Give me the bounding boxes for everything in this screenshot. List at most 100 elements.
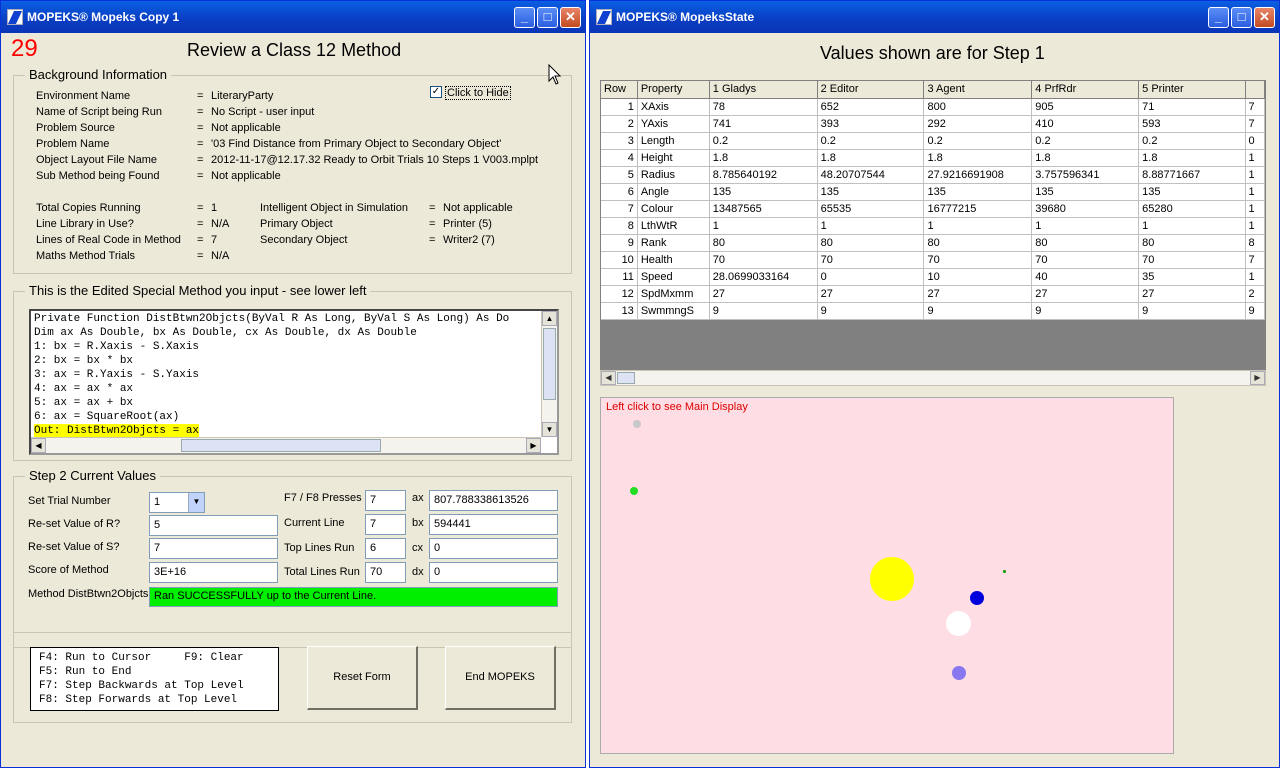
- code-vscroll[interactable]: ▲ ▼: [541, 311, 557, 437]
- code-hscroll[interactable]: ◀ ▶: [31, 437, 541, 453]
- grid-cell[interactable]: 1: [923, 217, 1033, 235]
- current-line-input[interactable]: 7: [365, 514, 406, 535]
- grid-cell[interactable]: 2: [601, 115, 638, 133]
- grid-cell[interactable]: 1.8: [1031, 149, 1140, 167]
- grid-cell[interactable]: 80: [1138, 234, 1246, 252]
- grid-cell[interactable]: Health: [637, 251, 710, 269]
- grid-header-cell[interactable]: 3 Agent: [923, 81, 1033, 99]
- grid-cell[interactable]: LthWtR: [637, 217, 710, 235]
- code-line[interactable]: 5: ax = ax + bx: [34, 396, 133, 410]
- grid-cell[interactable]: 70: [1031, 251, 1140, 269]
- hide-checkbox[interactable]: ✓: [430, 86, 442, 98]
- grid-cell[interactable]: 5: [601, 166, 638, 184]
- reset-form-button[interactable]: Reset Form: [307, 646, 418, 710]
- code-vscroll-thumb[interactable]: [543, 328, 556, 400]
- grid-cell[interactable]: 27: [1138, 285, 1246, 303]
- grid-cell[interactable]: 1: [1245, 200, 1265, 218]
- grid-hscroll[interactable]: ◀ ▶: [600, 370, 1266, 386]
- grid-cell[interactable]: 8: [1245, 234, 1265, 252]
- grid-cell[interactable]: 9: [817, 302, 925, 320]
- grid-cell[interactable]: 905: [1031, 98, 1140, 116]
- grid-cell[interactable]: 13487565: [709, 200, 818, 218]
- grid-cell[interactable]: 135: [1138, 183, 1246, 201]
- grid-cell[interactable]: 12: [601, 285, 638, 303]
- grid-cell[interactable]: 27: [1031, 285, 1140, 303]
- grid-cell[interactable]: 70: [923, 251, 1033, 269]
- grid-cell[interactable]: 8.88771667: [1138, 166, 1246, 184]
- grid-cell[interactable]: Angle: [637, 183, 710, 201]
- grid-header-cell[interactable]: 5 Printer: [1138, 81, 1246, 99]
- total-lines-input[interactable]: 70: [365, 562, 406, 583]
- grid-cell[interactable]: 1: [1138, 217, 1246, 235]
- scroll-right-icon[interactable]: ▶: [1250, 371, 1265, 385]
- grid-cell[interactable]: 48.20707544: [817, 166, 925, 184]
- grid-cell[interactable]: 10: [923, 268, 1033, 286]
- simulation-display[interactable]: Left click to see Main Display: [600, 397, 1174, 754]
- grid-hscroll-thumb[interactable]: [617, 372, 635, 384]
- grid-cell[interactable]: 1.8: [817, 149, 925, 167]
- grid-header-cell[interactable]: Property: [637, 81, 710, 99]
- grid-header-cell[interactable]: [1245, 81, 1265, 99]
- grid-cell[interactable]: 13: [601, 302, 638, 320]
- f7f8-input[interactable]: 7: [365, 490, 406, 511]
- grid-cell[interactable]: 1.8: [1138, 149, 1246, 167]
- grid-header-cell[interactable]: 1 Gladys: [709, 81, 818, 99]
- grid-cell[interactable]: 652: [817, 98, 925, 116]
- chevron-down-icon[interactable]: ▼: [188, 493, 204, 512]
- grid-cell[interactable]: 0.2: [923, 132, 1033, 150]
- table-row[interactable]: 10 Health 70 70 70 70 70 7: [601, 251, 1265, 269]
- ax-input[interactable]: 807.788338613526: [429, 490, 558, 511]
- grid-cell[interactable]: 40: [1031, 268, 1140, 286]
- grid-cell[interactable]: Speed: [637, 268, 710, 286]
- table-row[interactable]: 12 SpdMxmm 27 27 27 27 27 2: [601, 285, 1265, 303]
- grid-cell[interactable]: 7: [1245, 251, 1265, 269]
- grid-cell[interactable]: 0.2: [709, 132, 818, 150]
- table-row[interactable]: 1 XAxis 78 652 800 905 71 7: [601, 98, 1265, 116]
- scroll-down-icon[interactable]: ▼: [542, 422, 557, 437]
- grid-cell[interactable]: 80: [709, 234, 818, 252]
- scroll-left-icon[interactable]: ◀: [601, 371, 616, 385]
- grid-cell[interactable]: 11: [601, 268, 638, 286]
- grid-cell[interactable]: 1: [1245, 268, 1265, 286]
- grid-cell[interactable]: 135: [817, 183, 925, 201]
- grid-cell[interactable]: 9: [601, 234, 638, 252]
- bx-input[interactable]: 594441: [429, 514, 558, 535]
- table-row[interactable]: 4 Height 1.8 1.8 1.8 1.8 1.8 1: [601, 149, 1265, 167]
- grid-cell[interactable]: 9: [1031, 302, 1140, 320]
- top-lines-input[interactable]: 6: [365, 538, 406, 559]
- code-line[interactable]: 3: ax = R.Yaxis - S.Yaxis: [34, 368, 199, 382]
- code-line[interactable]: 4: ax = ax * ax: [34, 382, 133, 396]
- grid-cell[interactable]: 292: [923, 115, 1033, 133]
- code-hscroll-thumb[interactable]: [181, 439, 381, 452]
- grid-cell[interactable]: 1: [709, 217, 818, 235]
- end-mopeks-button[interactable]: End MOPEKS: [445, 646, 556, 710]
- grid-cell[interactable]: 0.2: [1031, 132, 1140, 150]
- grid-cell[interactable]: 393: [817, 115, 925, 133]
- grid-cell[interactable]: 9: [709, 302, 818, 320]
- grid-cell[interactable]: 410: [1031, 115, 1140, 133]
- grid-cell[interactable]: 7: [1245, 115, 1265, 133]
- code-line[interactable]: Out: DistBtwn2Objcts = ax: [34, 424, 200, 438]
- dx-input[interactable]: 0: [429, 562, 558, 583]
- reset-s-input[interactable]: 7: [149, 538, 278, 559]
- scroll-left-icon[interactable]: ◀: [31, 438, 46, 453]
- grid-cell[interactable]: 593: [1138, 115, 1246, 133]
- grid-cell[interactable]: Length: [637, 132, 710, 150]
- table-row[interactable]: 13 SwmmngS 9 9 9 9 9 9: [601, 302, 1265, 320]
- score-input[interactable]: 3E+16: [149, 562, 278, 583]
- grid-cell[interactable]: Height: [637, 149, 710, 167]
- grid-cell[interactable]: SpdMxmm: [637, 285, 710, 303]
- trial-number-select[interactable]: 1 ▼: [149, 492, 205, 513]
- reset-r-input[interactable]: 5: [149, 515, 278, 536]
- grid-cell[interactable]: Rank: [637, 234, 710, 252]
- grid-cell[interactable]: 1: [1245, 166, 1265, 184]
- grid-cell[interactable]: 1: [1031, 217, 1140, 235]
- grid-cell[interactable]: 3.757596341: [1031, 166, 1140, 184]
- grid-cell[interactable]: 0.2: [1138, 132, 1246, 150]
- code-editor[interactable]: Private Function DistBtwn2Objcts(ByVal R…: [29, 309, 559, 455]
- grid-cell[interactable]: 28.0699033164: [709, 268, 818, 286]
- grid-cell[interactable]: 1: [1245, 149, 1265, 167]
- grid-cell[interactable]: 27: [817, 285, 925, 303]
- code-line[interactable]: 6: ax = SquareRoot(ax): [34, 410, 179, 424]
- grid-cell[interactable]: 3: [601, 132, 638, 150]
